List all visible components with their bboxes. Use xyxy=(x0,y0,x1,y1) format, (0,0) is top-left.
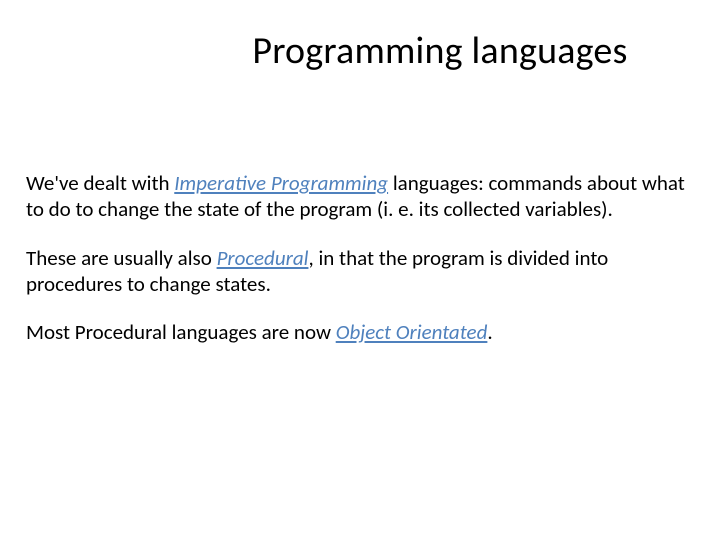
term-procedural: Procedural xyxy=(217,245,309,271)
paragraph-1: We've dealt with Imperative Programming … xyxy=(26,170,694,223)
p3-text-2: . xyxy=(487,319,492,345)
paragraph-2: These are usually also Procedural, in th… xyxy=(26,245,694,298)
term-object-orientated: Object Orientated xyxy=(336,319,488,345)
p3-text-1: Most Procedural languages are now xyxy=(26,319,336,345)
slide-title: Programming languages xyxy=(0,28,720,74)
term-imperative-programming: Imperative Programming xyxy=(174,170,388,196)
paragraph-3: Most Procedural languages are now Object… xyxy=(26,319,694,345)
slide-body: We've dealt with Imperative Programming … xyxy=(26,170,694,367)
p1-text-1: We've dealt with xyxy=(26,170,174,196)
p2-text-1: These are usually also xyxy=(26,245,217,271)
slide: Programming languages We've dealt with I… xyxy=(0,0,720,540)
